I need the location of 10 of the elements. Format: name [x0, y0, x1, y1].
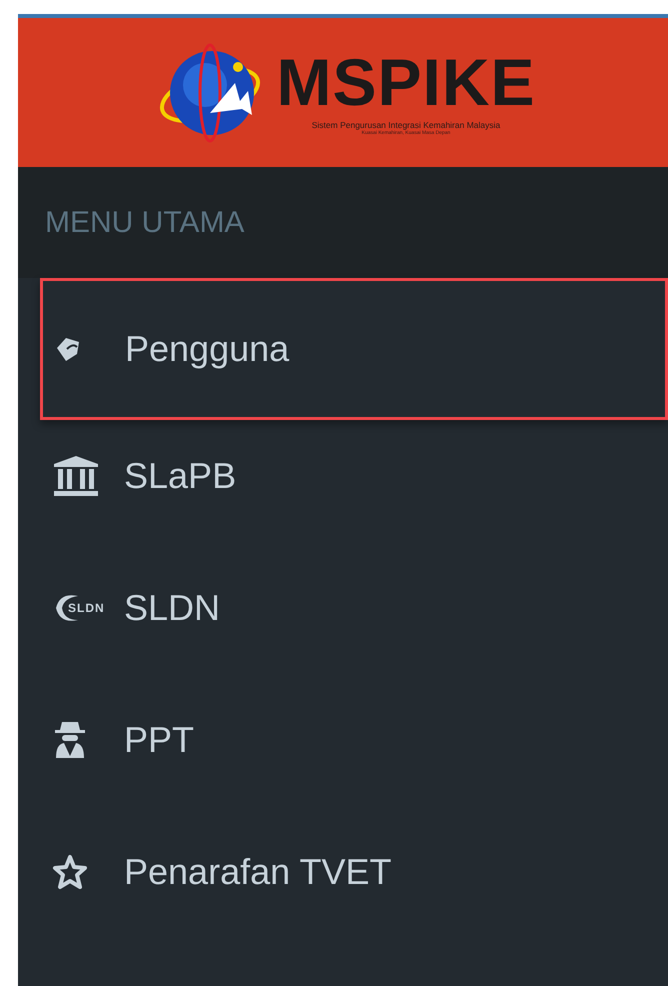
spy-icon — [52, 720, 88, 760]
logo-subtitle: Sistem Pengurusan Integrasi Kemahiran Malaysia — [312, 120, 500, 130]
menu-item[interactable]: Penarafan TVET — [18, 806, 668, 938]
menu-item[interactable]: Pengguna — [40, 278, 668, 420]
bank-icon — [52, 454, 100, 498]
star-icon — [52, 854, 88, 890]
menu-item[interactable]: SLDN SLDN — [18, 542, 668, 674]
logo-wordmark: MSPIKE — [276, 50, 536, 114]
menu-item[interactable]: PPT — [18, 674, 668, 806]
menu-heading: MENU UTAMA — [45, 206, 244, 240]
